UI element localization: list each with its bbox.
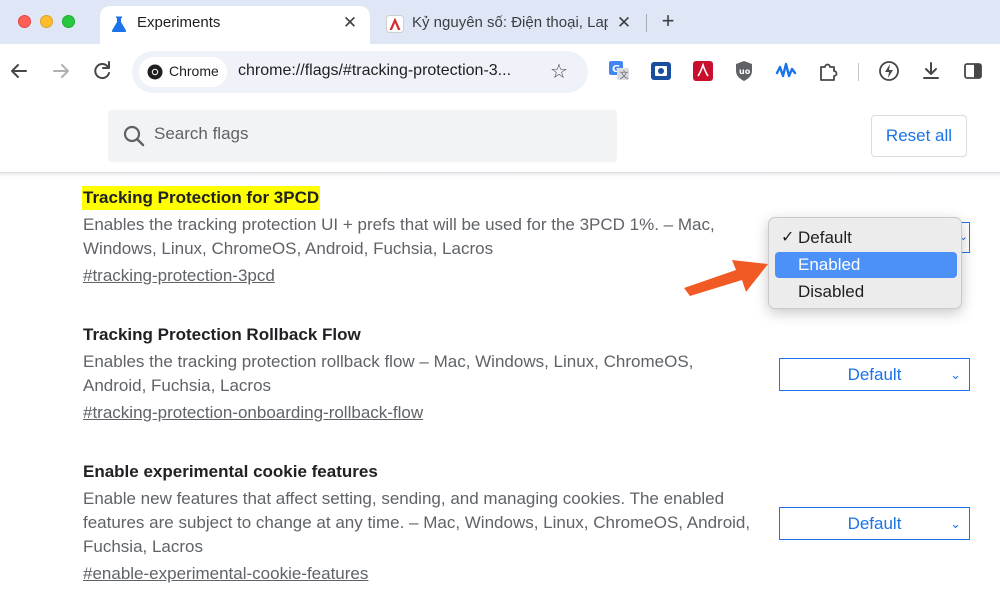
flag-description-line: Android, Fuchsia, Lacros	[83, 376, 272, 395]
menu-option-enabled[interactable]: Enabled	[775, 252, 957, 278]
menu-option-label: Enabled	[798, 255, 861, 274]
reset-all-button[interactable]: Reset all	[871, 115, 967, 157]
site-info-chip[interactable]: Chrome	[139, 57, 227, 87]
flag-description-line: Enables the tracking protection UI + pre…	[83, 215, 715, 234]
browser-toolbar: Chrome chrome://flags/#tracking-protecti…	[0, 44, 1000, 100]
flag-description-line: Enables the tracking protection rollback…	[83, 352, 694, 371]
flag-link[interactable]: #tracking-protection-onboarding-rollback…	[83, 401, 423, 425]
close-tab-icon[interactable]: ✕	[340, 13, 360, 33]
flag-description: Enables the tracking protection rollback…	[83, 350, 773, 398]
download-icon[interactable]	[920, 60, 942, 82]
tab-experiments[interactable]: Experiments ✕	[100, 6, 370, 44]
tab-strip: Experiments ✕ Kỷ nguyên số: Điện thoại, …	[0, 0, 1000, 44]
window-minimize-button[interactable]	[40, 15, 53, 28]
translate-icon[interactable]: G 文	[608, 60, 630, 82]
tab-divider	[646, 14, 647, 32]
search-input[interactable]	[154, 124, 574, 144]
new-tab-button[interactable]: +	[656, 8, 680, 34]
tab-title: Kỷ nguyên số: Điện thoại, Laptop	[412, 14, 608, 31]
search-box[interactable]	[108, 110, 617, 162]
flag-description: Enable new features that affect setting,…	[83, 487, 773, 559]
flag-title: Enable experimental cookie features	[83, 462, 378, 481]
reload-icon[interactable]	[89, 58, 115, 84]
svg-text:uo: uo	[739, 67, 751, 76]
bookmark-star-icon[interactable]: ☆	[550, 59, 568, 84]
flag-link[interactable]: #enable-experimental-cookie-features	[83, 562, 368, 586]
flag-description-line: Enable new features that affect setting,…	[83, 489, 725, 508]
pdf-icon[interactable]	[692, 60, 714, 82]
puzzle-icon[interactable]	[817, 60, 839, 82]
annotation-arrow-icon	[684, 260, 768, 296]
chip-label: Chrome	[169, 63, 219, 79]
back-icon[interactable]	[6, 58, 32, 84]
flag-title: Tracking Protection Rollback Flow	[83, 325, 361, 344]
header-shadow	[0, 173, 1000, 177]
flag-description-line: Windows, Linux, ChromeOS, Android, Fuchs…	[83, 239, 494, 258]
checkmark-icon: ✓	[781, 229, 795, 246]
select-value: Default	[847, 514, 902, 533]
flag-link[interactable]: #tracking-protection-3pcd	[83, 264, 275, 288]
flag-description-line: Fuchsia, Lacros	[83, 537, 203, 556]
waves-icon[interactable]	[775, 60, 797, 82]
chevron-down-icon: ⌄	[950, 516, 961, 531]
tab-ky-nguyen-so[interactable]: Kỷ nguyên số: Điện thoại, Laptop ✕	[378, 6, 640, 44]
close-tab-icon[interactable]: ✕	[614, 13, 634, 33]
tab-title: Experiments	[137, 14, 221, 31]
flag-tracking-protection-rollback: Tracking Protection Rollback Flow Enable…	[83, 323, 773, 425]
menu-option-label: Disabled	[798, 282, 865, 301]
flags-header: Reset all	[0, 100, 1000, 173]
chrome-icon	[147, 64, 163, 80]
menu-option-default[interactable]: ✓ Default	[775, 225, 957, 251]
forward-icon[interactable]	[48, 58, 74, 84]
menu-option-disabled[interactable]: Disabled	[775, 279, 957, 305]
flag-description-line: features are subject to change at any ti…	[83, 513, 751, 532]
menu-option-label: Default	[798, 228, 852, 247]
search-icon	[123, 125, 145, 147]
flag-select-rollback-flow[interactable]: Default ⌄	[779, 358, 970, 391]
chevron-down-icon: ⌄	[950, 367, 961, 382]
flag-select-cookie-features[interactable]: Default ⌄	[779, 507, 970, 540]
flag-options-menu: ✓ Default Enabled Disabled	[768, 217, 962, 309]
url-text[interactable]: chrome://flags/#tracking-protection-3...	[238, 62, 511, 80]
window-close-button[interactable]	[18, 15, 31, 28]
toolbar-divider	[858, 63, 859, 81]
address-bar[interactable]: Chrome chrome://flags/#tracking-protecti…	[132, 51, 588, 93]
site-logo-icon	[386, 15, 404, 33]
flag-title: Tracking Protection for 3PCD	[82, 186, 321, 210]
ublock-icon[interactable]: uo	[733, 60, 755, 82]
flag-experimental-cookie-features: Enable experimental cookie features Enab…	[83, 460, 773, 586]
flag-tracking-protection-3pcd: Tracking Protection for 3PCD Enables the…	[82, 186, 773, 288]
window-zoom-button[interactable]	[62, 15, 75, 28]
svg-text:文: 文	[620, 69, 629, 81]
screen-capture-icon[interactable]	[650, 60, 672, 82]
side-panel-icon[interactable]	[962, 60, 984, 82]
flask-icon	[111, 16, 127, 32]
select-value: Default	[847, 365, 902, 384]
performance-icon[interactable]	[878, 60, 900, 82]
flag-description: Enables the tracking protection UI + pre…	[83, 213, 773, 261]
